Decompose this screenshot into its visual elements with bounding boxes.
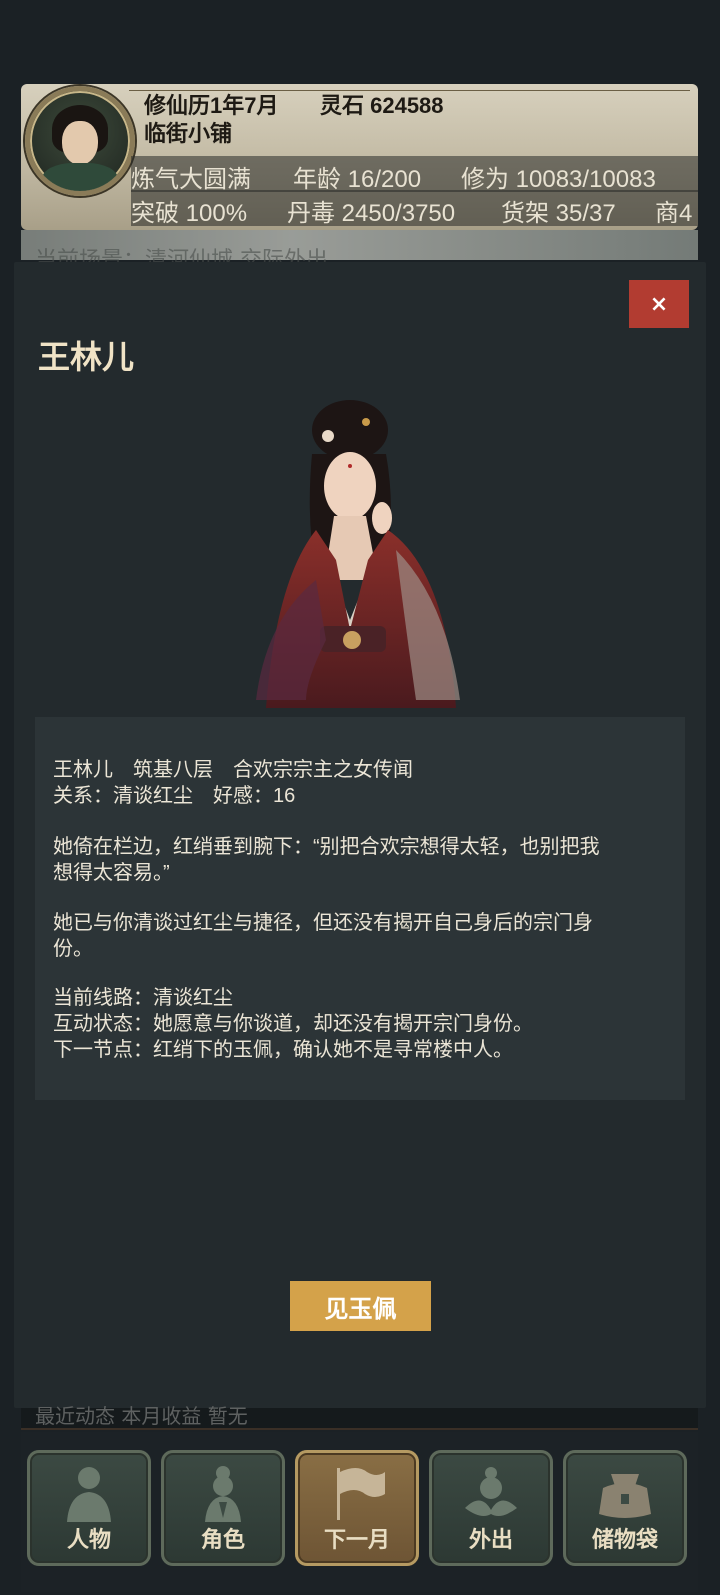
gourd-leaf-icon: [465, 1467, 517, 1516]
nav-label: 角色: [200, 1527, 245, 1552]
gourd-robe-icon: [205, 1466, 241, 1522]
flag-icon: [337, 1468, 385, 1520]
info-line: 份。: [53, 938, 93, 960]
spirit-stones-counter: 灵石 624588: [320, 93, 444, 118]
stats-row-primary: 炼气大圆满 年龄 16/200 修为 10083/10083 (1: [131, 156, 698, 193]
recent-activity-text: 最近动态 本月收益 暂无: [35, 1404, 248, 1428]
realm-stat: 炼气大圆满: [131, 166, 251, 193]
info-line: 互动状态：她愿意与你谈道，却还没有揭开宗门身份。: [53, 1013, 533, 1035]
nav-label: 下一月: [323, 1527, 390, 1552]
info-line: 想得太容易。”: [53, 862, 170, 884]
bottom-navigation: 人物 角色 下一月 外出 储物袋: [21, 1432, 698, 1592]
info-line: 她已与你清谈过红尘与捷径，但还没有揭开自己身后的宗门身: [53, 912, 593, 934]
scene-background: 当前场景：清河仙城 交际外出: [21, 230, 698, 273]
nav-label: 人物: [66, 1527, 111, 1552]
nav-label: 储物袋: [591, 1527, 658, 1552]
breakthrough-stat: 突破 100%: [131, 200, 248, 227]
info-line: 王林儿 筑基八层 合欢宗宗主之女传闻: [53, 759, 413, 781]
cultivation-stat: 修为 10083/10083: [461, 166, 656, 193]
nav-role-button[interactable]: 角色: [161, 1450, 285, 1566]
character-info-box: 王林儿 筑基八层 合欢宗宗主之女传闻 关系：清谈红尘 好感：16 她倚在栏边，红…: [35, 717, 685, 1100]
nav-storage-bag-button[interactable]: 储物袋: [563, 1450, 687, 1566]
info-line: 当前线路：清谈红尘: [53, 987, 233, 1009]
status-panel: 修仙历1年7月 灵石 624588 临街小铺 炼气大圆满 年龄 16/200 修…: [21, 84, 698, 230]
character-dialog: × 王林儿 王林儿 筑基八层 合欢宗宗主之女传闻 关系：清谈红尘 好感：16 她…: [14, 262, 706, 1408]
view-jade-pendant-button[interactable]: 见玉佩: [290, 1281, 431, 1331]
age-stat: 年龄 16/200: [293, 166, 422, 193]
close-button[interactable]: ×: [629, 280, 689, 328]
info-line: 下一节点：红绡下的玉佩，确认她不是寻常楼中人。: [53, 1039, 513, 1061]
pill-toxicity-stat: 丹毒 2450/3750: [287, 200, 456, 227]
nav-next-month-button[interactable]: 下一月: [295, 1450, 419, 1566]
nav-characters-button[interactable]: 人物: [27, 1450, 151, 1566]
character-portrait: [246, 400, 466, 708]
stats-row-secondary: 突破 100% 丹毒 2450/3750 货架 35/37 商4: [131, 190, 698, 227]
player-avatar[interactable]: [25, 86, 135, 196]
person-icon: [67, 1467, 111, 1522]
bag-icon: [599, 1474, 651, 1518]
shop-name: 临街小铺: [144, 121, 233, 146]
nav-label: 外出: [468, 1527, 513, 1552]
game-screen: 修仙历1年7月 灵石 624588 临街小铺 炼气大圆满 年龄 16/200 修…: [0, 0, 720, 1595]
nav-go-out-button[interactable]: 外出: [429, 1450, 553, 1566]
info-line: 她倚在栏边，红绡垂到腕下：“别把合欢宗想得太轻，也别把我: [53, 836, 600, 858]
merchant-stat: 商4: [655, 200, 693, 227]
info-line: 关系：清谈红尘 好感：16: [53, 785, 296, 807]
recent-activity-strip: 最近动态 本月收益 暂无: [21, 1404, 698, 1430]
dialog-title: 王林儿: [38, 339, 135, 375]
shelves-stat: 货架 35/37: [501, 200, 616, 227]
